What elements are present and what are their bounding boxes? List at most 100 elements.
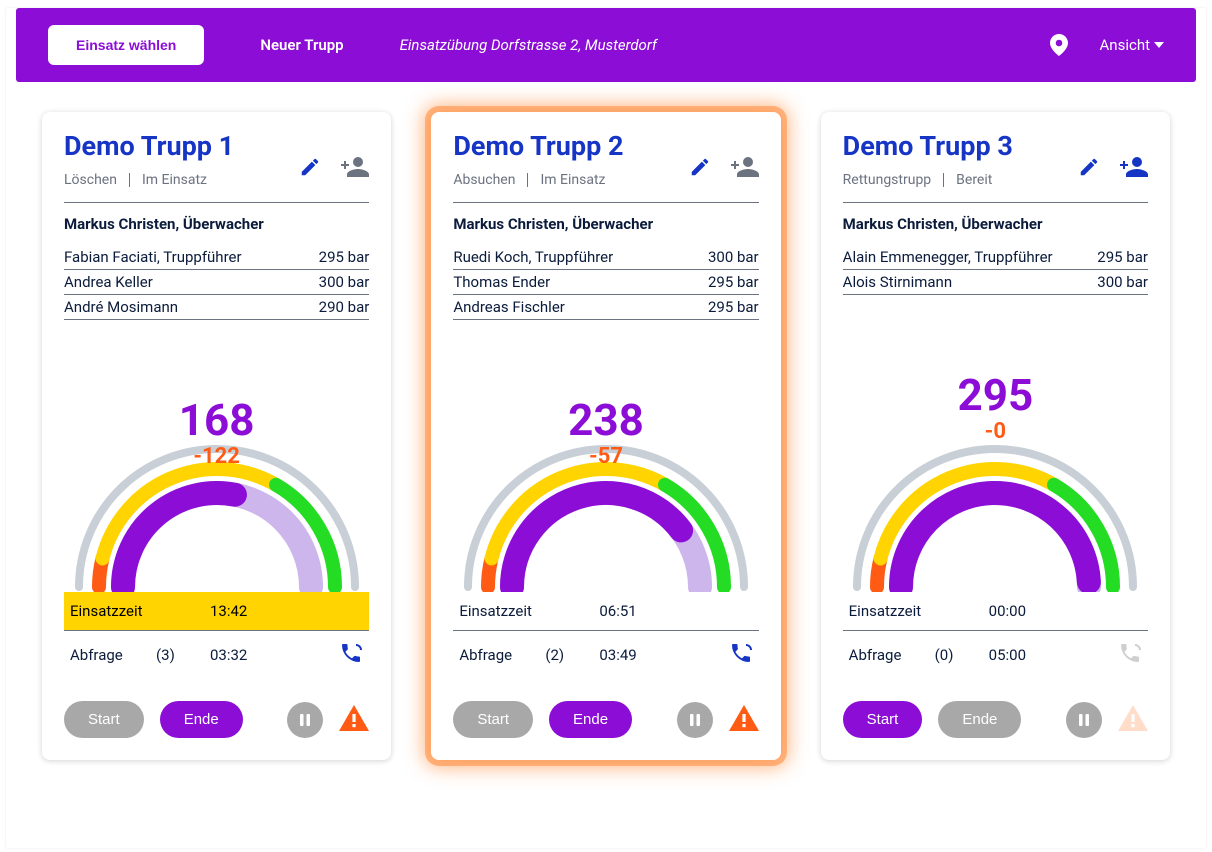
- trupp-task: Absuchen: [453, 172, 515, 188]
- trupp-grid: Demo Trupp 1 Löschen Im Einsatz Markus C…: [6, 82, 1206, 790]
- end-button[interactable]: Ende: [938, 701, 1021, 738]
- view-label: Ansicht: [1100, 36, 1150, 54]
- member-name: Fabian Faciati, Truppführer: [64, 248, 242, 266]
- member-pressure: 295 bar: [708, 273, 759, 291]
- pause-button[interactable]: [677, 702, 713, 738]
- abfrage-time: 03:49: [599, 646, 659, 664]
- alert-icon[interactable]: [729, 705, 759, 735]
- member-name: Andrea Keller: [64, 273, 153, 291]
- member-name: Thomas Ender: [453, 273, 550, 291]
- einsatzzeit-label: Einsatzzeit: [70, 602, 156, 620]
- trupp-card: Demo Trupp 3 Rettungstrupp Bereit Markus…: [821, 112, 1170, 760]
- einsatzzeit-label: Einsatzzeit: [459, 602, 545, 620]
- member-row: Alois Stirnimann 300 bar: [843, 270, 1148, 295]
- call-icon: [1118, 641, 1142, 669]
- abfrage-label: Abfrage: [70, 646, 156, 664]
- member-row: Andrea Keller 300 bar: [64, 270, 369, 295]
- trupp-status: Bereit: [956, 172, 992, 188]
- member-pressure: 290 bar: [319, 298, 370, 316]
- trupp-task: Rettungstrupp: [843, 172, 932, 188]
- member-name: Alois Stirnimann: [843, 273, 952, 291]
- gauge-delta: -57: [453, 444, 758, 469]
- end-button[interactable]: Ende: [160, 701, 243, 738]
- pressure-gauge: 295 -0: [843, 295, 1148, 592]
- member-pressure: 300 bar: [319, 273, 370, 291]
- member-row: Thomas Ender 295 bar: [453, 270, 758, 295]
- call-icon[interactable]: [339, 641, 363, 669]
- trupp-status: Im Einsatz: [142, 172, 207, 188]
- member-row: Alain Emmenegger, Truppführer 295 bar: [843, 245, 1148, 270]
- edit-icon[interactable]: [299, 156, 321, 182]
- member-name: Andreas Fischler: [453, 298, 565, 316]
- gauge-value: 295: [843, 369, 1148, 421]
- abfrage-count: (0): [935, 646, 989, 664]
- member-pressure: 300 bar: [1097, 273, 1148, 291]
- abfrage-label: Abfrage: [459, 646, 545, 664]
- trupp-subline: Löschen Im Einsatz: [64, 172, 299, 188]
- abfrage-row: Abfrage (0) 05:00: [843, 631, 1148, 679]
- member-pressure: 295 bar: [319, 248, 370, 266]
- einsatzzeit-value: 13:42: [210, 602, 270, 620]
- gauge-delta: -122: [64, 444, 369, 469]
- separator: [527, 173, 528, 187]
- edit-icon[interactable]: [689, 156, 711, 182]
- add-person-icon[interactable]: [729, 154, 759, 184]
- abfrage-label: Abfrage: [849, 646, 935, 664]
- start-button[interactable]: Start: [64, 701, 144, 738]
- start-button[interactable]: Start: [843, 701, 923, 738]
- pause-button[interactable]: [287, 702, 323, 738]
- member-pressure: 300 bar: [708, 248, 759, 266]
- einsatzzeit-value: 00:00: [989, 602, 1049, 620]
- abfrage-time: 03:32: [210, 646, 270, 664]
- divider: [843, 202, 1148, 203]
- supervisor: Markus Christen, Überwacher: [453, 215, 758, 233]
- alert-icon: [1118, 705, 1148, 735]
- end-button[interactable]: Ende: [549, 701, 632, 738]
- new-trupp-link[interactable]: Neuer Trupp: [260, 36, 343, 54]
- edit-icon[interactable]: [1078, 156, 1100, 182]
- einsatzzeit-row: Einsatzzeit 06:51: [453, 592, 758, 631]
- abfrage-row: Abfrage (2) 03:49: [453, 631, 758, 679]
- alert-icon[interactable]: [339, 705, 369, 735]
- view-dropdown[interactable]: Ansicht: [1100, 36, 1164, 54]
- abfrage-count: (2): [545, 646, 599, 664]
- add-person-icon[interactable]: [339, 154, 369, 184]
- call-icon[interactable]: [729, 641, 753, 669]
- member-row: Andreas Fischler 295 bar: [453, 295, 758, 320]
- trupp-title[interactable]: Demo Trupp 1: [64, 130, 299, 162]
- start-button[interactable]: Start: [453, 701, 533, 738]
- einsatzzeit-label: Einsatzzeit: [849, 602, 935, 620]
- abfrage-count: (3): [156, 646, 210, 664]
- app-header: Einsatz wählen Neuer Trupp Einsatzübung …: [16, 8, 1196, 82]
- trupp-card: Demo Trupp 1 Löschen Im Einsatz Markus C…: [42, 112, 391, 760]
- separator: [943, 173, 944, 187]
- location-pin-icon[interactable]: [1050, 34, 1068, 56]
- abfrage-row: Abfrage (3) 03:32: [64, 631, 369, 679]
- einsatzzeit-row: Einsatzzeit 13:42: [64, 592, 369, 631]
- einsatzzeit-value: 06:51: [599, 602, 659, 620]
- add-person-icon[interactable]: [1118, 154, 1148, 184]
- pause-button[interactable]: [1066, 702, 1102, 738]
- mission-name: Einsatzübung Dorfstrasse 2, Musterdorf: [400, 36, 657, 54]
- member-row: Ruedi Koch, Truppführer 300 bar: [453, 245, 758, 270]
- trupp-title[interactable]: Demo Trupp 3: [843, 130, 1078, 162]
- separator: [129, 173, 130, 187]
- pressure-gauge: 238 -57: [453, 320, 758, 592]
- trupp-title[interactable]: Demo Trupp 2: [453, 130, 688, 162]
- trupp-subline: Absuchen Im Einsatz: [453, 172, 688, 188]
- abfrage-time: 05:00: [989, 646, 1049, 664]
- gauge-value: 238: [453, 394, 758, 446]
- trupp-card: Demo Trupp 2 Absuchen Im Einsatz Markus …: [431, 112, 780, 760]
- pressure-gauge: 168 -122: [64, 320, 369, 592]
- trupp-subline: Rettungstrupp Bereit: [843, 172, 1078, 188]
- divider: [64, 202, 369, 203]
- member-pressure: 295 bar: [1097, 248, 1148, 266]
- choose-mission-button[interactable]: Einsatz wählen: [48, 25, 204, 65]
- supervisor: Markus Christen, Überwacher: [64, 215, 369, 233]
- trupp-status: Im Einsatz: [540, 172, 605, 188]
- gauge-delta: -0: [843, 419, 1148, 444]
- member-row: André Mosimann 290 bar: [64, 295, 369, 320]
- trupp-task: Löschen: [64, 172, 117, 188]
- chevron-down-icon: [1154, 42, 1164, 48]
- member-row: Fabian Faciati, Truppführer 295 bar: [64, 245, 369, 270]
